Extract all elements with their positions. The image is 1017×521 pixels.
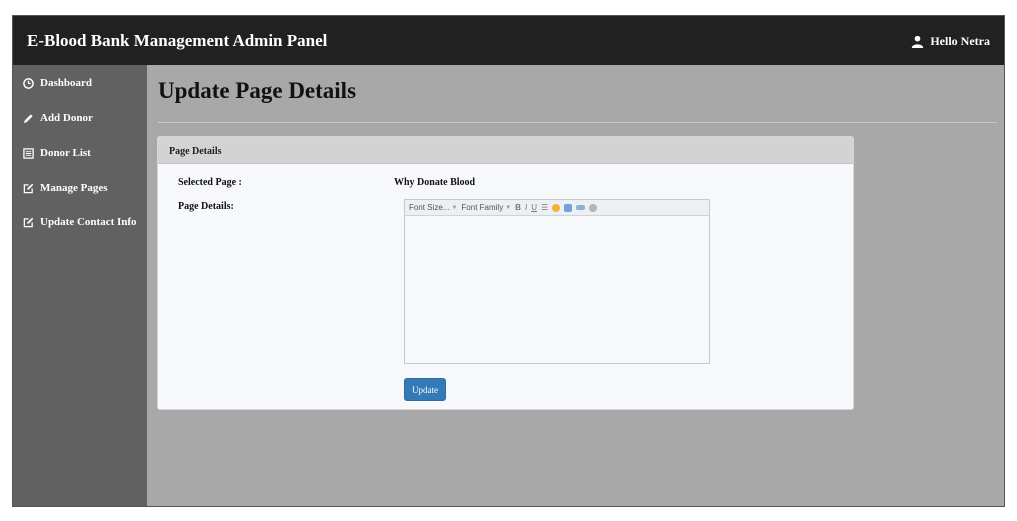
sidebar-item-label: Manage Pages [40, 182, 108, 194]
sidebar-item-add-donor[interactable]: Add Donor [23, 112, 93, 124]
panel-heading: Page Details [158, 137, 853, 164]
font-family-select[interactable]: Font Family ▼ [461, 203, 511, 212]
chevron-down-icon: ▼ [451, 204, 458, 211]
selected-page-label: Selected Page : [178, 177, 242, 188]
italic-button[interactable]: I [525, 203, 527, 212]
bold-button[interactable]: B [515, 203, 521, 212]
chevron-down-icon: ▼ [505, 204, 512, 211]
edit-icon [23, 183, 34, 193]
color-picker-icon[interactable] [552, 203, 561, 212]
list-icon [23, 147, 34, 159]
selected-page-value: Why Donate Blood [394, 177, 476, 188]
sidebar-item-label: Dashboard [40, 77, 92, 89]
rich-text-editor[interactable]: Font Size... ▼ Font Family ▼ B I U ☰ [404, 199, 710, 364]
link-icon[interactable] [576, 205, 586, 210]
edit-icon [23, 217, 34, 227]
brand-title[interactable]: E-Blood Bank Management Admin Panel [27, 31, 327, 51]
sidebar-item-donor-list[interactable]: Donor List [23, 147, 91, 159]
font-size-select[interactable]: Font Size... ▼ [409, 203, 457, 212]
pencil-icon [23, 113, 33, 123]
unlink-icon[interactable] [589, 203, 598, 212]
user-greeting: Hello Netra [930, 34, 990, 48]
app-window: E-Blood Bank Management Admin Panel Hell… [12, 15, 1005, 507]
sidebar-item-label: Update Contact Info [40, 216, 137, 228]
sidebar-item-update-contact-info[interactable]: Update Contact Info [23, 216, 137, 228]
top-navbar: E-Blood Bank Management Admin Panel Hell… [13, 16, 1004, 65]
image-icon[interactable] [564, 203, 573, 212]
underline-button[interactable]: U [531, 203, 537, 212]
user-icon [912, 35, 924, 48]
divider [158, 122, 997, 123]
editor-content-area[interactable] [405, 216, 709, 364]
sidebar-item-manage-pages[interactable]: Manage Pages [23, 182, 108, 194]
page-title: Update Page Details [158, 78, 357, 103]
clock-icon [23, 77, 34, 89]
sidebar-item-label: Donor List [40, 147, 91, 159]
list-icon[interactable]: ☰ [541, 203, 548, 212]
main-content: Update Page Details Page Details Selecte… [147, 65, 1004, 506]
editor-toolbar: Font Size... ▼ Font Family ▼ B I U ☰ [405, 200, 709, 216]
sidebar-item-label: Add Donor [40, 112, 93, 124]
update-button[interactable]: Update [404, 378, 446, 401]
user-menu[interactable]: Hello Netra [911, 34, 990, 49]
page-details-panel: Page Details Selected Page : Why Donate … [157, 136, 854, 410]
sidebar: Dashboard Add Donor Donor List Manage Pa… [13, 65, 147, 506]
font-family-label: Font Family [461, 203, 504, 212]
page-details-label: Page Details: [178, 201, 234, 212]
sidebar-item-dashboard[interactable]: Dashboard [23, 77, 92, 89]
font-size-label: Font Size... [409, 203, 450, 212]
